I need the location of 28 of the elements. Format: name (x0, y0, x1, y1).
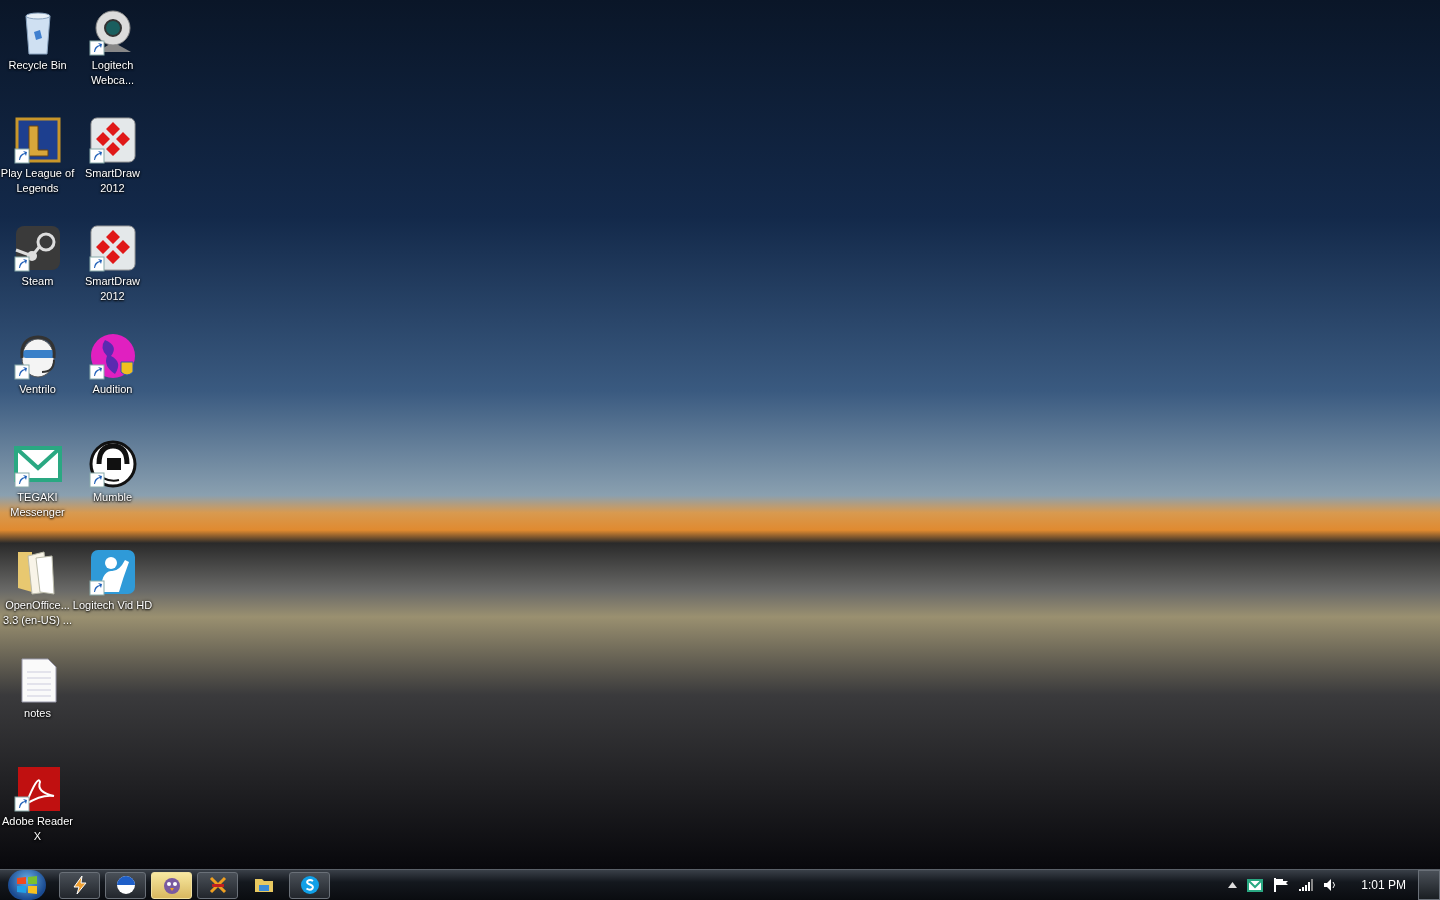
network-signal-icon[interactable] (1299, 879, 1314, 891)
taskbar-button[interactable] (105, 871, 146, 899)
clock[interactable]: 1:01 PM (1361, 876, 1406, 894)
desktop-icon-label[interactable]: Adobe Reader X (0, 814, 78, 844)
letter-tile-icon[interactable] (13, 116, 62, 164)
shield-badge-icon[interactable] (88, 332, 137, 380)
s-logo-icon (299, 875, 320, 895)
desktop-icon-label[interactable]: Logitech Vid HD (72, 598, 153, 613)
headset-icon[interactable] (88, 440, 137, 488)
diamonds-icon[interactable] (88, 224, 137, 272)
taskbar-button[interactable] (289, 871, 330, 899)
volume-icon[interactable] (1323, 878, 1338, 892)
show-hidden-icons-icon[interactable] (1228, 882, 1238, 888)
desktop-icon-label[interactable]: Play League of Legends (0, 166, 78, 196)
start-button[interactable] (8, 870, 46, 900)
envelope-icon[interactable] (1247, 878, 1264, 892)
taskbar-button[interactable] (59, 871, 100, 899)
taskbar-button[interactable] (197, 871, 238, 899)
bird-icon (161, 875, 182, 895)
desktop-icon-label[interactable]: notes (0, 706, 78, 721)
windows-logo-icon (16, 875, 38, 895)
flag-icon[interactable] (1273, 878, 1290, 892)
globe-icon (115, 875, 136, 895)
crossed-tools-icon (207, 875, 228, 895)
pdf-icon[interactable] (13, 764, 62, 812)
show-desktop-button[interactable] (1418, 870, 1440, 900)
diamonds-icon[interactable] (88, 116, 137, 164)
person-waving-icon[interactable] (88, 548, 137, 596)
